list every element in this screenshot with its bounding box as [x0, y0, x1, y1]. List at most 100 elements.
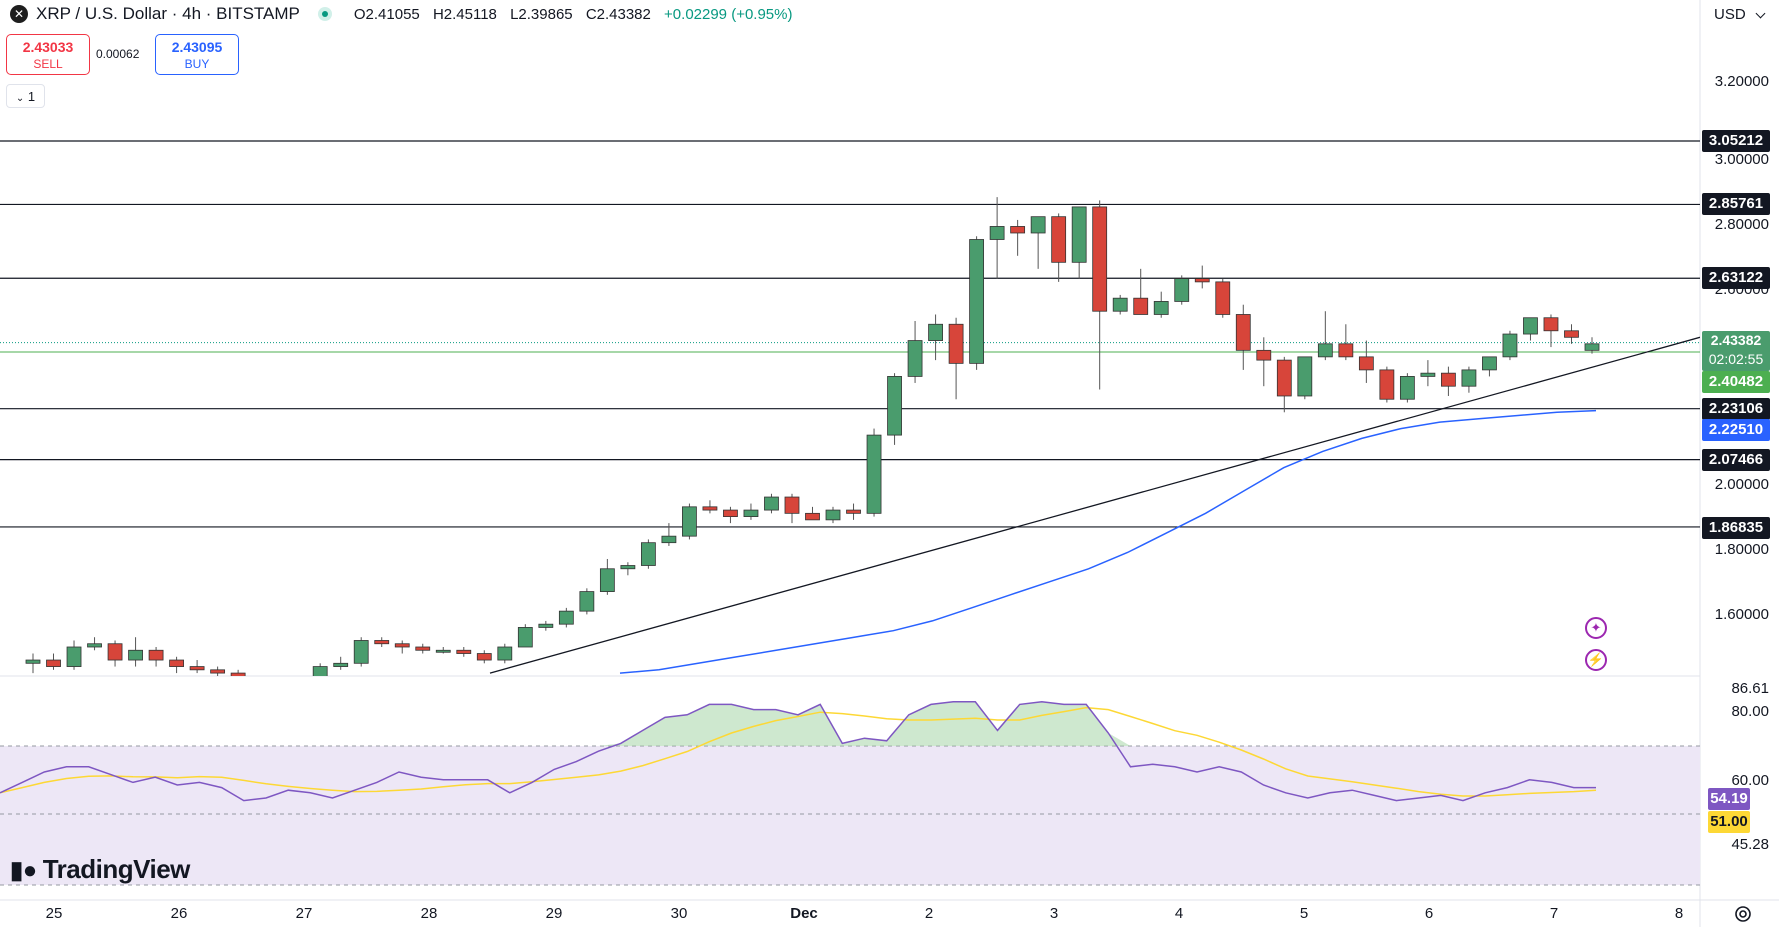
candle-body — [1276, 359, 1292, 397]
time-tick: 3 — [1049, 905, 1059, 922]
ohlc-low: L2.39865 — [510, 5, 573, 23]
current-price-tag: 2.43382 02:02:55 — [1702, 331, 1770, 371]
rsi-tick: 80.00 — [1731, 703, 1769, 720]
level-tag: 2.63122 — [1702, 267, 1770, 289]
level-tag: 1.86835 — [1702, 517, 1770, 539]
price-tick: 3.00000 — [1714, 151, 1769, 168]
candle-body — [620, 565, 636, 570]
price-tick: 3.20000 — [1714, 73, 1769, 90]
candle-body — [1030, 216, 1046, 234]
candle-body — [517, 627, 533, 648]
candle-body — [312, 666, 328, 676]
candle-body — [1358, 356, 1374, 371]
candle-body — [825, 509, 841, 521]
chevron-down-icon: ⌄ — [15, 93, 25, 104]
candle-body — [1317, 343, 1333, 358]
rsi-ma-tag: 51.00 — [1708, 811, 1750, 833]
candle-body — [907, 340, 923, 377]
candle-body — [333, 662, 349, 667]
spread-value: 0.00062 — [96, 47, 140, 61]
candle-body — [805, 512, 820, 521]
currency-select[interactable]: USD — [1714, 4, 1772, 26]
rsi-tick: 86.61 — [1731, 680, 1769, 697]
bar-countdown: 02:02:55 — [1708, 351, 1764, 367]
candle-body — [1112, 297, 1128, 312]
price-chart[interactable] — [0, 0, 1779, 927]
symbol-header: ✕ XRP / U.S. Dollar · 4h · BITSTAMP O2.4… — [0, 0, 801, 28]
candle-body — [1071, 206, 1087, 263]
rsi-tick: 60.00 — [1731, 772, 1769, 789]
candle-body — [1523, 317, 1538, 335]
ma-green-tag: 2.40482 — [1702, 371, 1770, 393]
trend-line — [489, 336, 1700, 674]
time-tick: 4 — [1174, 905, 1184, 922]
candle-body — [1235, 314, 1251, 351]
candle-body — [846, 509, 861, 514]
price-pane — [0, 140, 1700, 676]
time-tick: 8 — [1674, 905, 1684, 922]
candle-body — [148, 649, 164, 661]
price-tick: 1.80000 — [1714, 541, 1769, 558]
sell-label: SELL — [33, 57, 63, 71]
candle-body — [1502, 333, 1518, 358]
candle-body — [558, 610, 574, 625]
ohlc-values: O2.41055 H2.45118 L2.39865 C2.43382 +0.0… — [354, 6, 802, 23]
lightning-icon[interactable]: ⚡ — [1585, 649, 1607, 671]
candle-body — [107, 643, 123, 661]
ohlc-high: H2.45118 — [432, 5, 497, 23]
candle-body — [682, 506, 697, 537]
candle-body — [353, 640, 369, 664]
time-tick: 30 — [670, 905, 688, 922]
time-tick: 6 — [1424, 905, 1434, 922]
candle-body — [1297, 356, 1313, 397]
sparkle-icon[interactable]: ✦ — [1585, 617, 1607, 639]
candle-body — [1256, 349, 1272, 361]
ohlc-close: C2.43382 — [585, 5, 651, 23]
candle-body — [169, 659, 184, 667]
candle-body — [87, 643, 102, 648]
price-tick: 2.00000 — [1714, 476, 1769, 493]
symbol-title[interactable]: XRP / U.S. Dollar · 4h · BITSTAMP — [36, 4, 300, 24]
candle-body — [948, 323, 964, 364]
candle-body — [989, 226, 1005, 240]
candle-body — [46, 659, 61, 667]
candle-body — [456, 649, 472, 654]
collapse-indicators-button[interactable]: ⌄ 1 — [6, 84, 45, 108]
moving-average-line — [619, 409, 1597, 674]
candle-body — [1543, 317, 1559, 332]
buy-button[interactable]: 2.43095 BUY — [155, 34, 239, 75]
price-tick: 2.80000 — [1714, 216, 1769, 233]
candle-body — [1133, 297, 1149, 315]
candle-body — [764, 496, 779, 511]
rsi-tick: 45.28 — [1731, 836, 1769, 853]
candle-body — [476, 653, 492, 661]
time-tick: 29 — [545, 905, 563, 922]
time-tick: 26 — [170, 905, 188, 922]
time-tick: 28 — [420, 905, 438, 922]
sell-button[interactable]: 2.43033 SELL — [6, 34, 90, 75]
candle-body — [1092, 206, 1108, 312]
candle-body — [538, 623, 554, 628]
candle-body — [579, 591, 595, 612]
indicator-count: 1 — [27, 89, 36, 104]
candle-body — [25, 659, 41, 664]
buy-label: BUY — [184, 57, 210, 71]
candle-body — [1441, 372, 1456, 387]
candle-body — [394, 643, 410, 648]
candle-body — [1174, 278, 1190, 302]
settings-gear-icon[interactable] — [1732, 903, 1754, 925]
candle-body — [210, 669, 226, 674]
candle-body — [1379, 369, 1395, 400]
level-tag: 2.23106 — [1702, 398, 1770, 420]
rsi-value-tag: 54.19 — [1708, 788, 1750, 810]
candle-body — [1461, 369, 1477, 387]
candle-body — [189, 666, 205, 671]
time-tick: 2 — [924, 905, 934, 922]
candle-body — [1399, 376, 1415, 400]
tradingview-logo: ▮● TradingView — [10, 854, 190, 885]
candle-body — [969, 239, 985, 364]
price-tick: 1.60000 — [1714, 606, 1769, 623]
candle-body — [928, 323, 943, 341]
candle-body — [435, 649, 451, 653]
level-tag: 2.85761 — [1702, 193, 1770, 215]
